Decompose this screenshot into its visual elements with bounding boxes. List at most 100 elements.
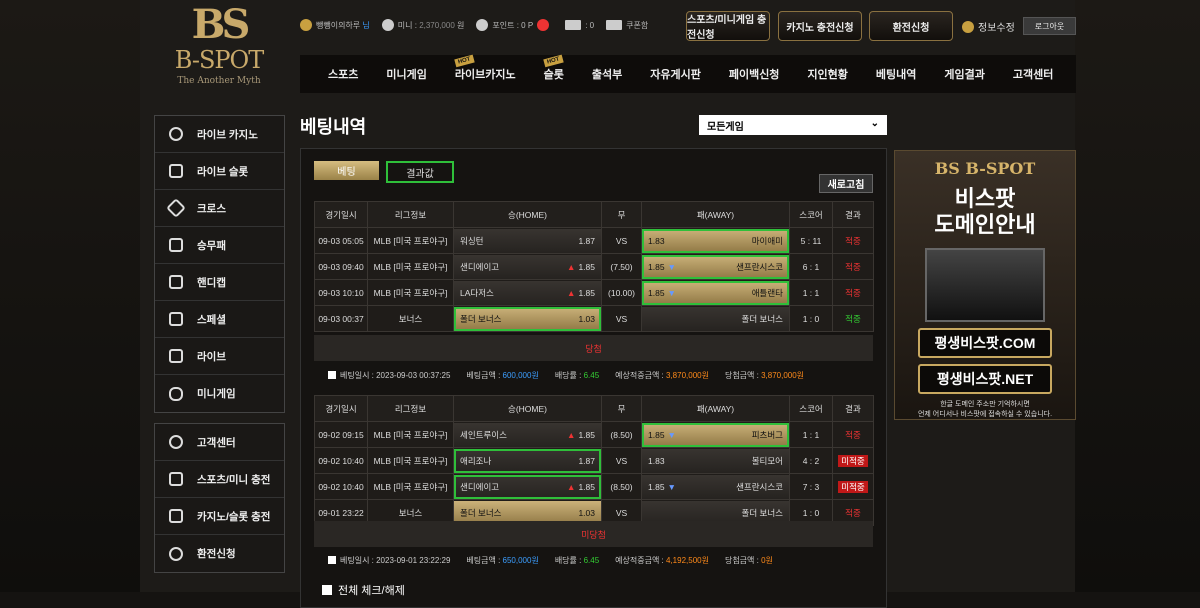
game-filter-select[interactable]: 모든게임 ⌄ [699, 115, 887, 135]
sidebar-item-win-draw-lose[interactable]: 승무패 [155, 227, 284, 264]
tab-result[interactable]: 결과값 [386, 161, 454, 183]
away-team: 폴더 보너스 [741, 313, 783, 324]
sidebar-item-customer-center[interactable]: 고객센터 [155, 424, 284, 461]
greet-name: 뺑뺑이의하루 [316, 20, 361, 30]
banner-domain-net[interactable]: 평생비스팟.NET [918, 364, 1052, 394]
nav-slot[interactable]: HOT 슬롯 [542, 54, 564, 82]
bet-checkbox-1[interactable] [328, 371, 336, 379]
banner-headline-2: 도메인안내 [934, 212, 1036, 237]
nav-customer-center[interactable]: 고객센터 [1013, 66, 1053, 82]
nav-live-casino[interactable]: HOT 라이브카지노 [454, 54, 516, 82]
nav-free-board[interactable]: 자유게시판 [650, 66, 701, 82]
casino-deposit-button[interactable]: 카지노 충전신청 [778, 11, 862, 41]
headset-icon [169, 435, 183, 449]
bet-amount-label: 베팅금액 : [466, 555, 501, 565]
col-away: 패(AWAY) [641, 395, 790, 422]
refresh-button[interactable]: 새로고침 [819, 174, 873, 193]
home-odds-wrap: ▲ 1.85 [567, 482, 595, 492]
coupon-button[interactable]: 쿠폰함 [606, 20, 648, 31]
sidebar: 라이브 카지노 라이브 슬롯 크로스 승무패 핸디캡 스페셜 라이브 미니게임 … [154, 115, 285, 583]
away-pick[interactable]: 1.83 볼티모어 [642, 448, 789, 473]
sidebar-item-cross[interactable]: 크로스 [155, 190, 284, 227]
point-convert-icon[interactable] [537, 19, 550, 31]
check-all-toggle[interactable]: 전체 체크/해제 [322, 582, 405, 598]
sidebar-item-sports-mini-deposit[interactable]: 스포츠/미니 충전 [155, 461, 284, 498]
banner-logo: BS B-SPOT [934, 159, 1036, 178]
message-button[interactable]: : 0 [565, 20, 594, 30]
home-cell: 세인트루이스 ▲ 1.85 [453, 421, 602, 448]
home-pick[interactable]: 애리조나 1.87 [454, 448, 601, 473]
home-pick[interactable]: 샌디에이고 ▲ 1.85 [454, 474, 601, 499]
logout-button[interactable]: 로그아웃 [1023, 17, 1076, 35]
odds-down-icon: ▼ [667, 287, 676, 298]
match-result-cell: 미적중 [832, 447, 874, 474]
odds-up-icon: ▲ [567, 429, 576, 440]
table-row: 09-02 10:40 MLB [미국 프로야구] 샌디에이고 ▲ 1.85 (8.50)… [314, 473, 874, 500]
nav-sports[interactable]: 스포츠 [328, 66, 358, 82]
banner-domain-com[interactable]: 평생비스팟.COM [918, 328, 1052, 358]
home-team: 폴더 보너스 [460, 313, 502, 324]
site-logo[interactable]: BS B-SPOT The Another Myth [152, 2, 286, 94]
live-tv-icon [169, 349, 183, 363]
sidebar-item-handicap[interactable]: 핸디캡 [155, 264, 284, 301]
home-cell: 애리조나 1.87 [453, 447, 602, 474]
nav-referral[interactable]: 지인현황 [807, 66, 847, 82]
away-cell: 1.85 ▼ 애틀랜타 [641, 279, 790, 306]
away-pick[interactable]: 1.85 ▼ 피츠버그 [642, 422, 789, 447]
coupon-label: 쿠폰함 [626, 20, 649, 30]
away-pick[interactable]: 폴더 보너스 [642, 306, 789, 331]
profile-edit-link[interactable]: 정보수정 [962, 19, 1015, 34]
table-row: 09-03 10:10 MLB [미국 프로야구] LA다저스 ▲ 1.85 (10.00… [314, 279, 874, 306]
away-pick[interactable]: 1.85 ▼ 샌프란시스코 [642, 254, 789, 279]
nav-bet-history[interactable]: 베팅내역 [876, 66, 916, 82]
table-row: 09-03 09:40 MLB [미국 프로야구] 샌디에이고 ▲ 1.85 (7.50)… [314, 253, 874, 280]
special-icon [169, 312, 183, 326]
col-score: 스코어 [789, 201, 833, 228]
home-pick[interactable]: 샌디에이고 ▲ 1.85 [454, 254, 601, 279]
home-team: 폴더 보너스 [460, 507, 502, 518]
sidebar-item-minigame[interactable]: 미니게임 [155, 375, 284, 412]
col-league: 리그정보 [367, 395, 454, 422]
sidebar-item-live-casino[interactable]: 라이브 카지노 [155, 116, 284, 153]
home-team: 샌디에이고 [460, 481, 500, 492]
away-pick[interactable]: 1.85 ▼ 애틀랜타 [642, 280, 789, 305]
sidebar-item-casino-slot-deposit[interactable]: 카지노/슬롯 충전 [155, 498, 284, 535]
home-pick[interactable]: LA다저스 ▲ 1.85 [454, 280, 601, 305]
left-background [0, 0, 140, 592]
bet-checkbox-2[interactable] [328, 556, 336, 564]
withdraw-button[interactable]: 환전신청 [869, 11, 953, 41]
tab-bet[interactable]: 베팅 [314, 161, 379, 180]
away-cell: 1.83 볼티모어 [641, 447, 790, 474]
bet-win-2: 0원 [761, 555, 773, 565]
nav-minigame[interactable]: 미니게임 [386, 66, 426, 82]
col-home: 승(HOME) [453, 395, 602, 422]
sidebar-item-live[interactable]: 라이브 [155, 338, 284, 375]
away-cell: 폴더 보너스 [641, 305, 790, 332]
domain-banner[interactable]: BS B-SPOT 비스팟 도메인안내 평생비스팟.COM 평생비스팟.NET … [894, 150, 1076, 420]
nav-game-results[interactable]: 게임결과 [944, 66, 984, 82]
sports-deposit-button[interactable]: 스포츠/미니게임 충전신청 [686, 11, 770, 41]
check-all-checkbox[interactable] [322, 585, 332, 595]
home-pick[interactable]: 워싱턴 1.87 [454, 228, 601, 253]
point-unit: P [527, 20, 534, 30]
away-odds: 1.83 [648, 235, 665, 246]
draw-cell: (8.50) [601, 421, 642, 448]
away-pick[interactable]: 1.85 ▼ 샌프란시스코 [642, 474, 789, 499]
nav-attendance[interactable]: 출석부 [592, 66, 622, 82]
sidebar-item-withdraw[interactable]: 환전신청 [155, 535, 284, 572]
sidebar-item-live-slot[interactable]: 라이브 슬롯 [155, 153, 284, 190]
away-cell: 1.85 ▼ 피츠버그 [641, 421, 790, 448]
sidebar-item-special[interactable]: 스페셜 [155, 301, 284, 338]
home-odds-wrap: 1.87 [578, 236, 595, 246]
away-odds-wrap: 1.85 ▼ [648, 430, 676, 440]
home-pick[interactable]: 세인트루이스 ▲ 1.85 [454, 422, 601, 447]
home-odds-wrap: ▲ 1.85 [567, 262, 595, 272]
away-pick[interactable]: 1.83 마이애미 [642, 228, 789, 253]
home-odds-wrap: ▲ 1.85 [567, 288, 595, 298]
home-pick[interactable]: 폴더 보너스 1.03 [454, 306, 601, 331]
match-result-cell: 적중 [832, 279, 874, 306]
nav-payback[interactable]: 페이백신청 [729, 66, 780, 82]
match-result-cell: 미적중 [832, 473, 874, 500]
home-cell: 샌디에이고 ▲ 1.85 [453, 473, 602, 500]
game-filter-value: 모든게임 [707, 122, 744, 133]
